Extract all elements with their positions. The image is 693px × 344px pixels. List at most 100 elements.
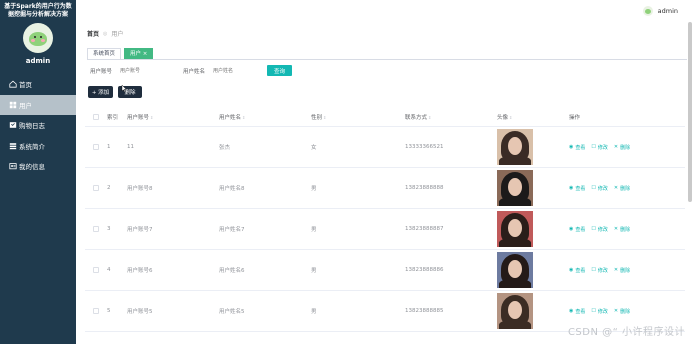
header-phone[interactable]: 联系方式⇕ — [405, 113, 497, 121]
breadcrumb-current: 用户 — [111, 31, 124, 38]
edit-button[interactable]: ☐ 修改 — [591, 144, 608, 151]
profile-icon — [8, 162, 17, 171]
user-photo[interactable] — [497, 170, 533, 206]
sidebar-item-my-info[interactable]: 我的信息 — [0, 156, 76, 176]
row-checkbox[interactable] — [93, 267, 99, 273]
user-photo[interactable] — [497, 129, 533, 165]
close-icon: ✕ — [613, 308, 619, 314]
delete-row-button[interactable]: ✕ 删除 — [614, 185, 630, 192]
sort-icon: ⇕ — [428, 115, 432, 120]
header-sex[interactable]: 性别⇕ — [311, 113, 405, 121]
sidebar-item-system-intro[interactable]: 系统简介 — [0, 136, 76, 156]
sidebar-item-label: 我的信息 — [19, 163, 45, 171]
header-photo[interactable]: 头像⇕ — [497, 113, 569, 121]
tab-users[interactable]: 用户 × — [124, 48, 154, 59]
table-header: 索引 用户账号⇕ 用户姓名⇕ 性别⇕ 联系方式⇕ 头像⇕ 操作 — [85, 108, 685, 127]
close-icon: ✕ — [613, 144, 619, 150]
row-index: 3 — [107, 226, 111, 232]
close-icon: ✕ — [613, 267, 619, 273]
name-label: 用户姓名 — [183, 69, 206, 75]
sidebar-item-home[interactable]: 首页 — [0, 74, 76, 94]
row-checkbox[interactable] — [93, 185, 99, 191]
header-index: 索引 — [107, 115, 119, 121]
sidebar-item-label: 用户 — [19, 101, 32, 110]
row-account: 11 — [127, 144, 134, 150]
tabs-bar: 系统首页 用户 × — [87, 48, 687, 60]
avatar — [642, 6, 653, 16]
delete-row-button[interactable]: ✕ 删除 — [614, 267, 630, 274]
edit-icon: ☐ — [591, 144, 596, 150]
account-label: 用户账号 — [90, 69, 113, 75]
header-account[interactable]: 用户账号⇕ — [127, 113, 219, 121]
sort-icon: ⇕ — [242, 115, 246, 120]
scrollbar[interactable] — [688, 22, 692, 202]
search-button[interactable]: 查询 — [267, 65, 292, 76]
sidebar-item-users[interactable]: 用户 — [0, 94, 76, 115]
tab-system-home[interactable]: 系统首页 — [87, 48, 122, 59]
edit-button[interactable]: ☐ 修改 — [591, 308, 608, 315]
delete-row-button[interactable]: ✕ 删除 — [614, 144, 630, 151]
user-photo[interactable] — [497, 293, 533, 329]
row-phone: 13333366521 — [405, 144, 444, 150]
add-button[interactable]: + 添加 — [88, 86, 113, 98]
sidebar-avatar[interactable] — [23, 23, 53, 53]
header-name[interactable]: 用户姓名⇕ — [219, 113, 311, 121]
sidebar-item-label: 首页 — [19, 81, 32, 89]
select-all-checkbox[interactable] — [93, 114, 99, 120]
log-icon — [8, 121, 17, 130]
table-row: 1 11 张杰 女 13333366521 ◉ 查看 ☐ 修改 ✕ 删除 — [85, 127, 685, 168]
user-menu[interactable]: admin — [642, 6, 678, 16]
delete-row-button[interactable]: ✕ 删除 — [614, 226, 630, 233]
edit-button[interactable]: ☐ 修改 — [591, 185, 608, 192]
user-photo[interactable] — [497, 252, 533, 288]
close-icon: ✕ — [613, 226, 619, 232]
watermark: CSDN @“ 小许程序设计 — [567, 327, 685, 338]
row-checkbox[interactable] — [93, 226, 99, 232]
eye-icon: ◉ — [569, 185, 574, 191]
edit-button[interactable]: ☐ 修改 — [591, 226, 608, 233]
row-actions: ◉ 查看 ☐ 修改 ✕ 删除 — [569, 267, 685, 274]
sidebar-menu: 首页 用户 购物日志 系统简介 我的信息 — [0, 74, 76, 176]
name-search-input[interactable] — [213, 66, 264, 76]
app-root: 基于Spark的用户行为数据挖掘与分析解决方案 admin 首页 用户 购物日志… — [0, 0, 693, 344]
row-checkbox[interactable] — [93, 144, 99, 150]
sidebar-item-shopping-log[interactable]: 购物日志 — [0, 115, 76, 135]
view-button[interactable]: ◉ 查看 — [569, 308, 585, 315]
sort-icon: ⇕ — [509, 115, 513, 120]
edit-button[interactable]: ☐ 修改 — [591, 267, 608, 274]
system-title: 基于Spark的用户行为数据挖掘与分析解决方案 — [4, 3, 72, 18]
row-name: 用户姓名7 — [219, 227, 245, 233]
row-sex: 女 — [311, 145, 317, 151]
breadcrumb-home[interactable]: 首页 — [87, 29, 99, 38]
row-phone: 13823888885 — [405, 308, 444, 314]
table-row: 3 用户账号7 用户姓名7 男 13823888887 ◉ 查看 ☐ 修改 ✕ 删除 — [85, 209, 685, 250]
search-form: 用户账号 用户姓名 — [90, 65, 264, 77]
sort-icon: ⇕ — [150, 115, 154, 120]
row-phone: 13823888888 — [405, 185, 444, 191]
row-sex: 男 — [311, 227, 317, 233]
mouse-cursor-icon — [121, 85, 127, 92]
header-ops: 操作 — [569, 115, 581, 121]
view-button[interactable]: ◉ 查看 — [569, 185, 585, 192]
row-index: 1 — [107, 144, 111, 150]
table-body: 1 11 张杰 女 13333366521 ◉ 查看 ☐ 修改 ✕ 删除 2 用户账号… — [85, 127, 685, 332]
edit-icon: ☐ — [591, 185, 596, 191]
view-button[interactable]: ◉ 查看 — [569, 226, 585, 233]
user-photo[interactable] — [497, 211, 533, 247]
top-bar: admin — [76, 0, 693, 22]
breadcrumb: 首页 ◎ 用户 — [87, 29, 124, 39]
eye-icon: ◉ — [569, 308, 574, 314]
sidebar: 基于Spark的用户行为数据挖掘与分析解决方案 admin 首页 用户 购物日志… — [0, 0, 76, 344]
view-button[interactable]: ◉ 查看 — [569, 144, 585, 151]
row-index: 2 — [107, 185, 111, 191]
sidebar-username: admin — [25, 57, 51, 65]
row-sex: 男 — [311, 309, 317, 315]
view-button[interactable]: ◉ 查看 — [569, 267, 585, 274]
row-account: 用户账号7 — [127, 227, 153, 233]
row-name: 用户姓名5 — [219, 309, 245, 315]
row-account: 用户账号8 — [127, 186, 153, 192]
eye-icon: ◉ — [569, 144, 574, 150]
account-search-input[interactable] — [120, 66, 171, 76]
row-checkbox[interactable] — [93, 308, 99, 314]
delete-row-button[interactable]: ✕ 删除 — [614, 308, 630, 315]
